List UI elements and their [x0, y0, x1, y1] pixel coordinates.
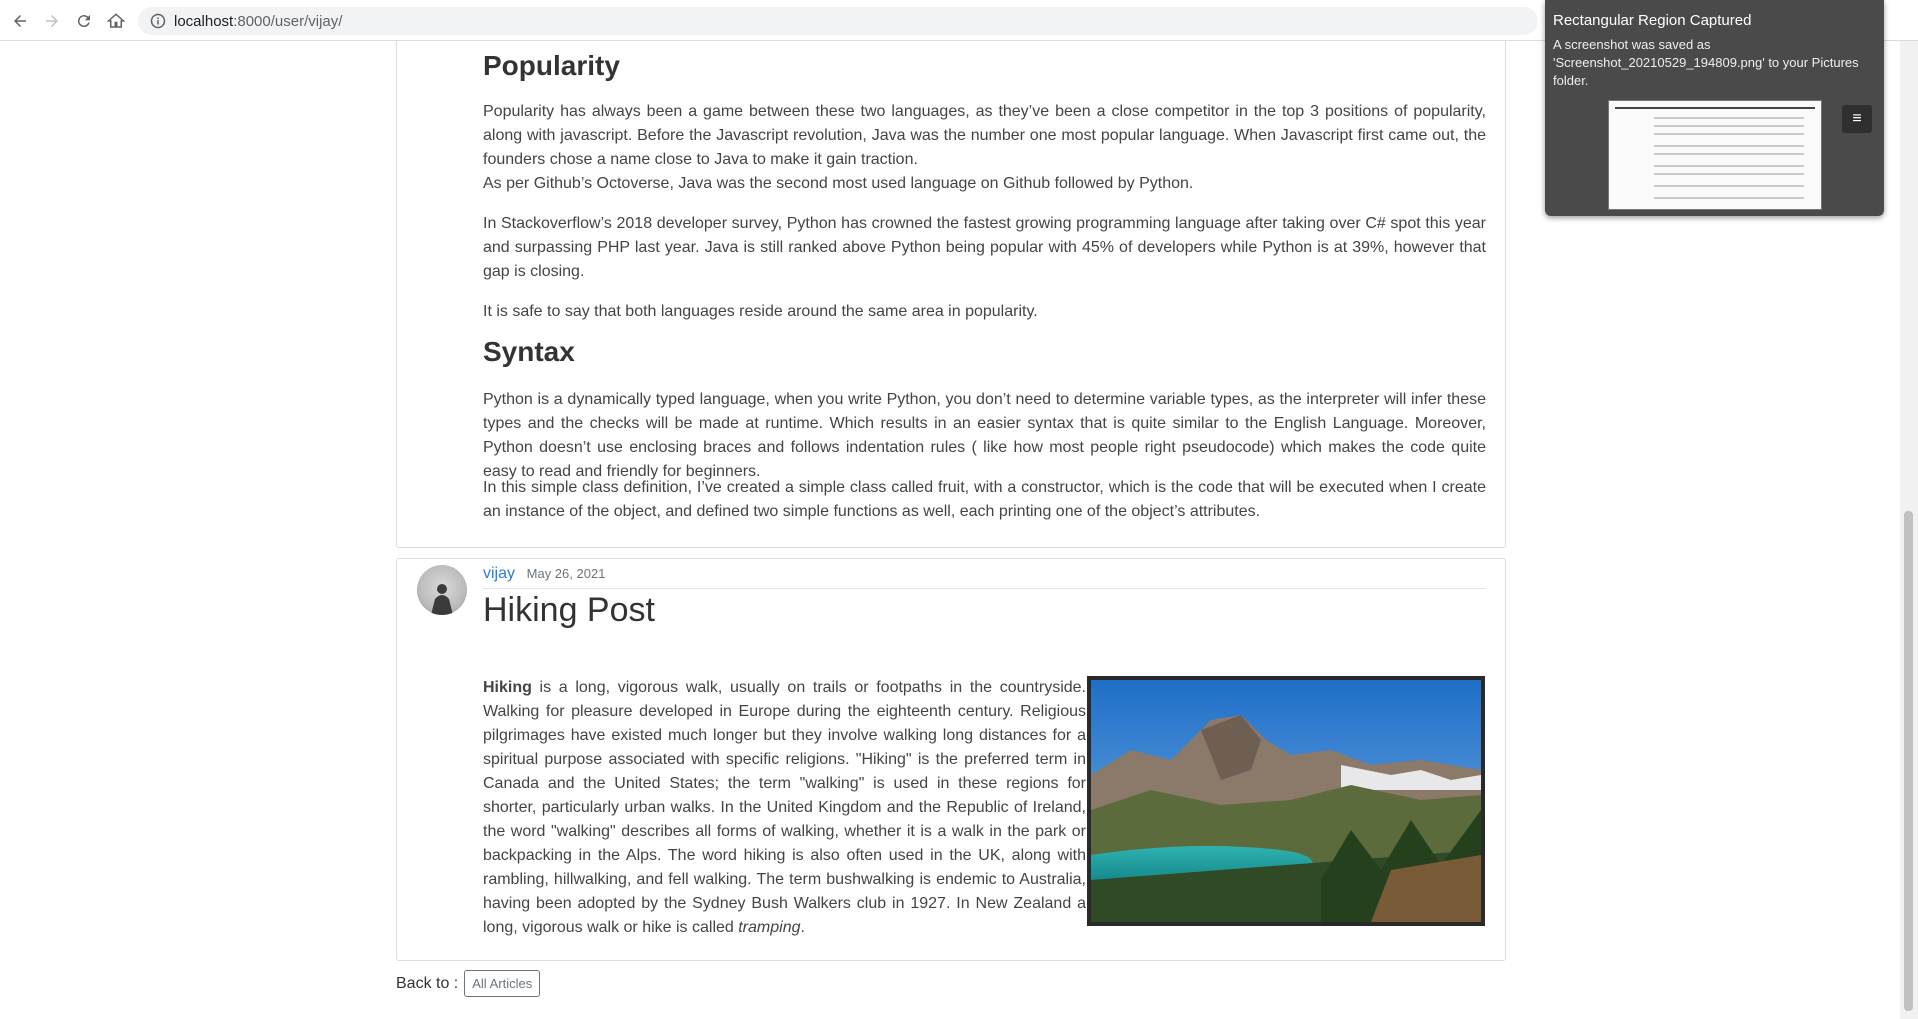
- emphasis-word: tramping: [738, 919, 801, 936]
- post-body: Hiking is a long, vigorous walk, usually…: [483, 676, 1086, 940]
- back-section: Back to : All Articles: [396, 970, 541, 997]
- lead-word: Hiking: [483, 679, 532, 696]
- scrollbar-thumb[interactable]: [1904, 511, 1913, 1011]
- screenshot-notification[interactable]: Rectangular Region Captured A screenshot…: [1545, 0, 1884, 216]
- all-articles-button[interactable]: All Articles: [464, 970, 541, 997]
- section-heading-popularity: Popularity: [483, 50, 620, 81]
- body-text: is a long, vigorous walk, usually on tra…: [483, 679, 1086, 936]
- section-heading-syntax: Syntax: [483, 336, 575, 367]
- address-bar[interactable]: localhost:8000/user/vijay/: [138, 7, 1538, 35]
- post-meta: vijay May 26, 2021: [483, 565, 1486, 589]
- post-date: May 26, 2021: [526, 566, 606, 581]
- menu-icon[interactable]: ≡: [1842, 105, 1872, 133]
- back-icon[interactable]: [8, 9, 32, 33]
- notification-body: A screenshot was saved as 'Screenshot_20…: [1553, 37, 1859, 88]
- screenshot-thumbnail[interactable]: [1608, 100, 1822, 210]
- forward-icon[interactable]: [40, 9, 64, 33]
- post-title[interactable]: Hiking Post: [483, 591, 655, 630]
- scrollbar[interactable]: [1900, 41, 1918, 1019]
- avatar[interactable]: [417, 565, 467, 615]
- paragraph: It is safe to say that both languages re…: [483, 303, 1038, 320]
- article-card: Popularity Popularity has always been a …: [396, 41, 1506, 548]
- reload-icon[interactable]: [72, 9, 96, 33]
- author-link[interactable]: vijay: [483, 565, 515, 582]
- back-label: Back to :: [396, 974, 459, 992]
- paragraph: As per Github’s Octoverse, Java was the …: [483, 175, 1194, 192]
- paragraph: In this simple class definition, I’ve cr…: [483, 479, 1486, 520]
- post-card: vijay May 26, 2021 Hiking Post Hiking is…: [396, 558, 1506, 961]
- url-text: localhost:8000/user/vijay/: [174, 12, 343, 30]
- body-punct: .: [800, 919, 805, 936]
- paragraph: Popularity has always been a game betwee…: [483, 103, 1486, 168]
- home-icon[interactable]: [104, 9, 128, 33]
- article-content: Popularity Popularity has always been a …: [483, 41, 1486, 549]
- info-icon[interactable]: [150, 13, 166, 29]
- paragraph: In Stackoverflow’s 2018 developer survey…: [483, 215, 1486, 280]
- hiking-photo: [1087, 676, 1485, 926]
- paragraph: Python is a dynamically typed language, …: [483, 391, 1486, 480]
- notification-title: Rectangular Region Captured: [1553, 12, 1752, 29]
